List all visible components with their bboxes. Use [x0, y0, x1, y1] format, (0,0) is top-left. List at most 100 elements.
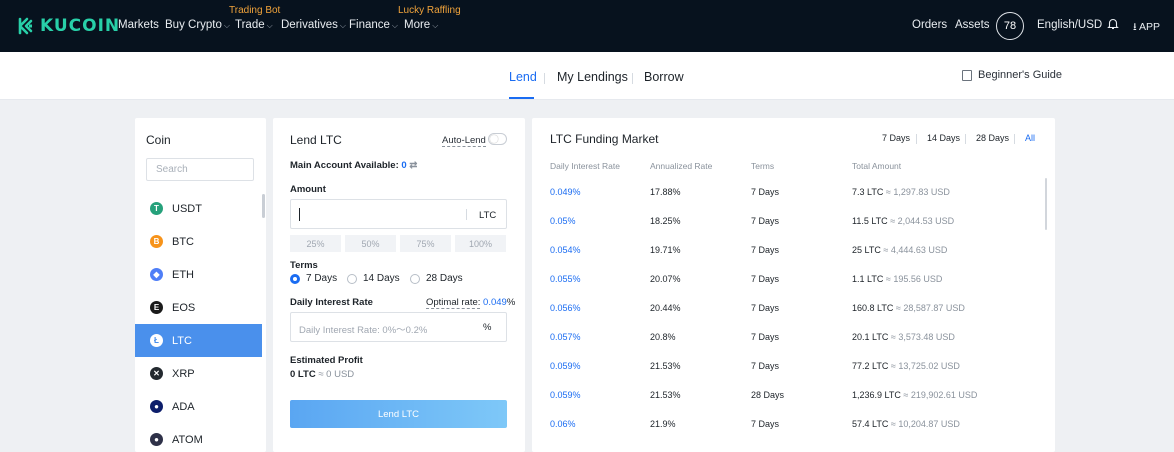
daily-rate-cell[interactable]: 0.059% [550, 361, 581, 371]
tab-divider [544, 73, 545, 84]
filter-28-days[interactable]: 28 Days [976, 133, 1009, 143]
kucoin-logo[interactable]: KUCOIN [16, 15, 120, 37]
bell-icon[interactable] [1107, 17, 1119, 30]
tab-divider [632, 73, 633, 84]
annualized-rate-cell: 20.07% [650, 274, 681, 284]
table-row[interactable]: 0.057% 20.8% 7 Days 20.1 LTC ≈ 3,573.48 USD [532, 332, 1052, 361]
beginners-guide-link[interactable]: Beginner's Guide [962, 69, 1062, 81]
amount-usd-value: ≈ 3,573.48 USD [890, 332, 955, 342]
daily-rate-cell[interactable]: 0.055% [550, 274, 581, 284]
filter-divider [965, 134, 966, 144]
coin-symbol: ATOM [172, 433, 203, 446]
coin-list-scrollbar[interactable] [262, 194, 265, 218]
filter-14-days[interactable]: 14 Days [927, 133, 960, 143]
rate-unit: % [483, 322, 492, 333]
total-amount-cell: 20.1 LTC ≈ 3,573.48 USD [852, 332, 955, 342]
amount-value: 160.8 LTC [852, 303, 894, 313]
amount-value: 7.3 LTC [852, 187, 884, 197]
avatar[interactable]: 78 [996, 12, 1024, 40]
coin-search-input[interactable] [146, 158, 254, 181]
daily-rate-cell[interactable]: 0.054% [550, 245, 581, 255]
amount-usd-value: ≈ 1,297.83 USD [885, 187, 950, 197]
terms-cell: 7 Days [751, 245, 780, 255]
coin-item-ada[interactable]: ● ADA [135, 390, 262, 423]
terms-cell: 7 Days [751, 361, 780, 371]
nav-assets[interactable]: Assets [955, 19, 990, 31]
percent-50-button[interactable]: 50% [345, 235, 396, 252]
nav-orders[interactable]: Orders [912, 19, 947, 31]
eos-icon: E [150, 301, 163, 314]
table-row[interactable]: 0.049% 17.88% 7 Days 7.3 LTC ≈ 1,297.83 USD [532, 187, 1052, 216]
coin-item-eos[interactable]: E EOS [135, 291, 262, 324]
tab-my-lendings[interactable]: My Lendings [557, 70, 628, 84]
nav-more[interactable]: More ⌵ [404, 19, 438, 31]
coin-item-xrp[interactable]: ✕ XRP [135, 357, 262, 390]
coin-item-ltc[interactable]: Ł LTC [135, 324, 262, 357]
table-row[interactable]: 0.056% 20.44% 7 Days 160.8 LTC ≈ 28,587.87 … [532, 303, 1052, 332]
amount-usd-value: ≈ 4,444.63 USD [883, 245, 948, 255]
amount-value: 25 LTC [852, 245, 881, 255]
filter-7-days[interactable]: 7 Days [882, 133, 910, 143]
table-row[interactable]: 0.059% 21.53% 7 Days 77.2 LTC ≈ 13,725.02 U… [532, 361, 1052, 390]
tab-borrow[interactable]: Borrow [644, 70, 684, 84]
daily-rate-cell[interactable]: 0.056% [550, 303, 581, 313]
usdt-icon: T [150, 202, 163, 215]
auto-lend-toggle[interactable] [488, 133, 507, 145]
table-row[interactable]: 0.055% 20.07% 7 Days 1.1 LTC ≈ 195.56 USD [532, 274, 1052, 303]
table-row[interactable]: 0.059% 21.53% 28 Days 1,236.9 LTC ≈ 219,902… [532, 390, 1052, 419]
daily-rate-cell[interactable]: 0.049% [550, 187, 581, 197]
brand-name: KUCOIN [40, 16, 121, 36]
coin-item-btc[interactable]: B BTC [135, 225, 262, 258]
table-row[interactable]: 0.06% 21.9% 7 Days 57.4 LTC ≈ 10,204.87 USD [532, 419, 1052, 448]
filter-all[interactable]: All [1025, 133, 1035, 143]
term-radio-14-days[interactable]: 14 Days [347, 273, 400, 284]
percent-100-button[interactable]: 100% [455, 235, 506, 252]
estimated-profit-value: 0 LTC ≈ 0 USD [290, 369, 355, 380]
table-row[interactable]: 0.05% 18.25% 7 Days 11.5 LTC ≈ 2,044.53 USD [532, 216, 1052, 245]
tab-lend[interactable]: Lend [509, 70, 537, 84]
nav-derivatives[interactable]: Derivatives ⌵ [281, 19, 346, 31]
chevron-down-icon: ⌵ [391, 21, 398, 30]
coin-symbol: LTC [172, 334, 192, 347]
amount-usd-value: ≈ 13,725.02 USD [890, 361, 960, 371]
nav-markets[interactable]: Markets [118, 19, 159, 31]
percent-75-button[interactable]: 75% [400, 235, 451, 252]
amount-input[interactable]: LTC [290, 199, 507, 229]
coin-item-atom[interactable]: ● ATOM [135, 423, 262, 452]
total-amount-cell: 25 LTC ≈ 4,444.63 USD [852, 245, 947, 255]
coin-item-usdt[interactable]: T USDT [135, 192, 262, 225]
term-radio-28-days[interactable]: 28 Days [410, 273, 463, 284]
ltc-icon: Ł [150, 334, 163, 347]
lend-ltc-button[interactable]: Lend LTC [290, 400, 507, 428]
daily-rate-cell[interactable]: 0.05% [550, 216, 576, 226]
app-download-link[interactable]: ⭳ APP [1133, 19, 1160, 37]
table-row[interactable]: 0.054% 19.71% 7 Days 25 LTC ≈ 4,444.63 USD [532, 245, 1052, 274]
daily-rate-cell[interactable]: 0.059% [550, 390, 581, 400]
terms-cell: 7 Days [751, 216, 780, 226]
total-amount-cell: 1,236.9 LTC ≈ 219,902.61 USD [852, 390, 977, 400]
daily-rate-cell[interactable]: 0.06% [550, 419, 576, 429]
daily-rate-cell[interactable]: 0.057% [550, 332, 581, 342]
funding-market-panel: LTC Funding Market 7 Days 14 Days 28 Day… [532, 118, 1055, 452]
nav-buy-crypto[interactable]: Buy Crypto ⌵ [165, 19, 230, 31]
coin-panel: Coin T USDT B BTC ◆ ETH E EOS Ł LTC ✕ XRP ● ADA ● ATOM [135, 118, 266, 452]
nav-finance[interactable]: Finance ⌵ [349, 19, 398, 31]
coin-symbol: XRP [172, 367, 195, 380]
coin-item-eth[interactable]: ◆ ETH [135, 258, 262, 291]
amount-usd-value: ≈ 10,204.87 USD [890, 419, 960, 429]
percent-25-button[interactable]: 25% [290, 235, 341, 252]
coin-symbol: ETH [172, 268, 194, 281]
text-caret [299, 208, 300, 221]
nav-tag-trading-bot: Trading Bot [229, 5, 281, 16]
amount-value: 77.2 LTC [852, 361, 889, 371]
optimal-rate[interactable]: Optimal rate: 0.049% [426, 297, 515, 309]
chevron-down-icon: ⌵ [223, 21, 230, 30]
nav-trade[interactable]: Trade ⌵ [235, 19, 273, 31]
auto-lend-label[interactable]: Auto-Lend [442, 135, 486, 147]
total-amount-cell: 77.2 LTC ≈ 13,725.02 USD [852, 361, 960, 371]
daily-rate-input[interactable]: Daily Interest Rate: 0%～0.2% % [290, 312, 507, 342]
term-radio-7-days[interactable]: 7 Days [290, 273, 337, 284]
terms-cell: 7 Days [751, 274, 780, 284]
transfer-icon[interactable]: ⇄ [409, 160, 417, 171]
nav-language[interactable]: English/USD [1037, 19, 1102, 31]
